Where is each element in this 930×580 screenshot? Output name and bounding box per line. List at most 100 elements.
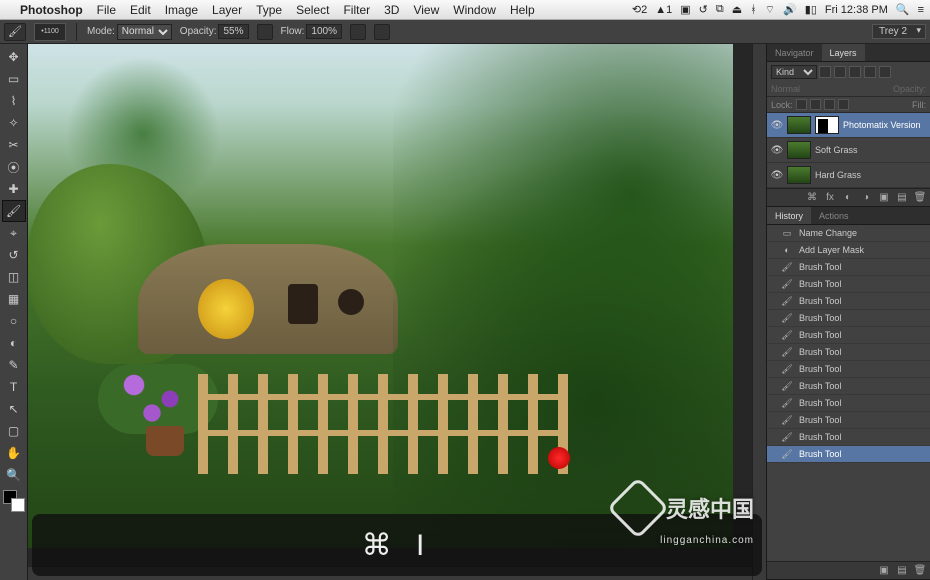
lasso-tool[interactable]: ⌇ xyxy=(2,90,26,112)
marquee-tool[interactable]: ▭ xyxy=(2,68,26,90)
history-item[interactable]: 🖌Brush Tool xyxy=(767,327,930,344)
dodge-tool[interactable]: ◐ xyxy=(2,332,26,354)
menubar-clock[interactable]: Fri 12:38 PM xyxy=(825,4,888,16)
link-layers-icon[interactable]: ⌘ xyxy=(806,192,818,204)
history-item[interactable]: ◐Add Layer Mask xyxy=(767,242,930,259)
filter-pixel-icon[interactable] xyxy=(819,66,831,78)
status-display-icon[interactable]: ▣ xyxy=(680,3,690,16)
airbrush-icon[interactable] xyxy=(350,24,366,40)
history-new-icon[interactable]: ▤ xyxy=(896,565,908,577)
history-delete-icon[interactable]: 🗑 xyxy=(914,565,926,577)
history-item[interactable]: 🖌Brush Tool xyxy=(767,259,930,276)
visibility-icon[interactable]: 👁 xyxy=(771,169,783,181)
stamp-tool[interactable]: ⌖ xyxy=(2,222,26,244)
status-dropbox-icon[interactable]: ⧉ xyxy=(716,3,724,16)
history-item[interactable]: 🖌Brush Tool xyxy=(767,446,930,463)
status-adobe-icon[interactable]: ▲1 xyxy=(655,4,672,16)
lock-transparent-icon[interactable] xyxy=(796,99,807,110)
spotlight-icon[interactable]: 🔍 xyxy=(896,3,910,16)
history-snapshot-icon[interactable]: ▣ xyxy=(878,565,890,577)
tab-actions[interactable]: Actions xyxy=(811,207,857,224)
visibility-icon[interactable]: 👁 xyxy=(771,144,783,156)
filter-shape-icon[interactable] xyxy=(864,66,876,78)
workspace-switcher[interactable]: Trey 2 xyxy=(872,24,926,39)
layer-fx-icon[interactable]: fx xyxy=(824,192,836,204)
menu-file[interactable]: File xyxy=(97,3,116,17)
status-cc-icon[interactable]: ⟲2 xyxy=(632,3,647,16)
history-brush-tool[interactable]: ↺ xyxy=(2,244,26,266)
status-wifi-icon[interactable]: ⌔ xyxy=(765,3,775,17)
menu-filter[interactable]: Filter xyxy=(343,3,370,17)
blur-tool[interactable]: ○ xyxy=(2,310,26,332)
shape-tool[interactable]: ▢ xyxy=(2,420,26,442)
wand-tool[interactable]: ✧ xyxy=(2,112,26,134)
layer-thumb[interactable] xyxy=(787,141,811,159)
tool-preset-picker[interactable]: 🖌 xyxy=(4,23,26,41)
history-item[interactable]: 🖌Brush Tool xyxy=(767,412,930,429)
history-item[interactable]: ▭Name Change xyxy=(767,225,930,242)
layer-row[interactable]: 👁Soft Grass xyxy=(767,138,930,163)
menu-window[interactable]: Window xyxy=(453,3,496,17)
eyedropper-tool[interactable]: ⦿ xyxy=(2,156,26,178)
opacity-value[interactable]: 55% xyxy=(218,24,248,39)
menu-layer[interactable]: Layer xyxy=(212,3,242,17)
crop-tool[interactable]: ✂ xyxy=(2,134,26,156)
tab-history[interactable]: History xyxy=(767,207,811,224)
app-menu[interactable]: Photoshop xyxy=(20,3,83,17)
history-item[interactable]: 🖌Brush Tool xyxy=(767,395,930,412)
history-item[interactable]: 🖌Brush Tool xyxy=(767,276,930,293)
filter-adjust-icon[interactable] xyxy=(834,66,846,78)
pen-tool[interactable]: ✎ xyxy=(2,354,26,376)
lock-pixels-icon[interactable] xyxy=(810,99,821,110)
menu-image[interactable]: Image xyxy=(165,3,198,17)
notification-center-icon[interactable]: ≡ xyxy=(918,4,924,16)
layer-group-icon[interactable]: ▣ xyxy=(878,192,890,204)
canvas[interactable] xyxy=(28,44,733,548)
vertical-scrollbar[interactable] xyxy=(752,44,766,580)
blend-mode-select[interactable]: Normal xyxy=(117,24,172,40)
layer-mask-thumb[interactable] xyxy=(815,116,839,134)
lock-position-icon[interactable] xyxy=(824,99,835,110)
status-bluetooth-icon[interactable]: ᚼ xyxy=(750,4,757,16)
layer-row[interactable]: 👁Photomatix Version xyxy=(767,113,930,138)
gradient-tool[interactable]: ▦ xyxy=(2,288,26,310)
layer-filter-select[interactable]: Kind xyxy=(771,65,817,79)
history-item[interactable]: 🖌Brush Tool xyxy=(767,378,930,395)
filter-smart-icon[interactable] xyxy=(879,66,891,78)
visibility-icon[interactable]: 👁 xyxy=(771,119,783,131)
move-tool[interactable]: ✥ xyxy=(2,46,26,68)
color-swatches[interactable] xyxy=(3,490,25,512)
tab-navigator[interactable]: Navigator xyxy=(767,44,822,61)
brush-tool[interactable]: 🖌 xyxy=(2,200,26,222)
status-volume-icon[interactable]: 🔊 xyxy=(783,3,797,16)
menu-help[interactable]: Help xyxy=(510,3,535,17)
path-tool[interactable]: ↖ xyxy=(2,398,26,420)
new-layer-icon[interactable]: ▤ xyxy=(896,192,908,204)
pressure-size-icon[interactable] xyxy=(374,24,390,40)
layer-mask-icon[interactable]: ◐ xyxy=(842,192,854,204)
history-item[interactable]: 🖌Brush Tool xyxy=(767,429,930,446)
menu-select[interactable]: Select xyxy=(296,3,329,17)
flow-value[interactable]: 100% xyxy=(306,24,342,39)
menu-view[interactable]: View xyxy=(413,3,439,17)
filter-type-icon[interactable] xyxy=(849,66,861,78)
menu-edit[interactable]: Edit xyxy=(130,3,151,17)
lock-all-icon[interactable] xyxy=(838,99,849,110)
heal-tool[interactable]: ✚ xyxy=(2,178,26,200)
history-item[interactable]: 🖌Brush Tool xyxy=(767,344,930,361)
layer-thumb[interactable] xyxy=(787,166,811,184)
type-tool[interactable]: T xyxy=(2,376,26,398)
history-item[interactable]: 🖌Brush Tool xyxy=(767,310,930,327)
delete-layer-icon[interactable]: 🗑 xyxy=(914,192,926,204)
zoom-tool[interactable]: 🔍 xyxy=(2,464,26,486)
tab-layers[interactable]: Layers xyxy=(822,44,865,61)
layer-thumb[interactable] xyxy=(787,116,811,134)
history-item[interactable]: 🖌Brush Tool xyxy=(767,361,930,378)
hand-tool[interactable]: ✋ xyxy=(2,442,26,464)
pressure-opacity-icon[interactable] xyxy=(257,24,273,40)
menu-type[interactable]: Type xyxy=(256,3,282,17)
layer-row[interactable]: 👁Hard Grass xyxy=(767,163,930,188)
brush-preset-picker[interactable]: •1100 xyxy=(34,23,66,41)
menu-3d[interactable]: 3D xyxy=(384,3,399,17)
adjustment-layer-icon[interactable]: ◑ xyxy=(860,192,872,204)
